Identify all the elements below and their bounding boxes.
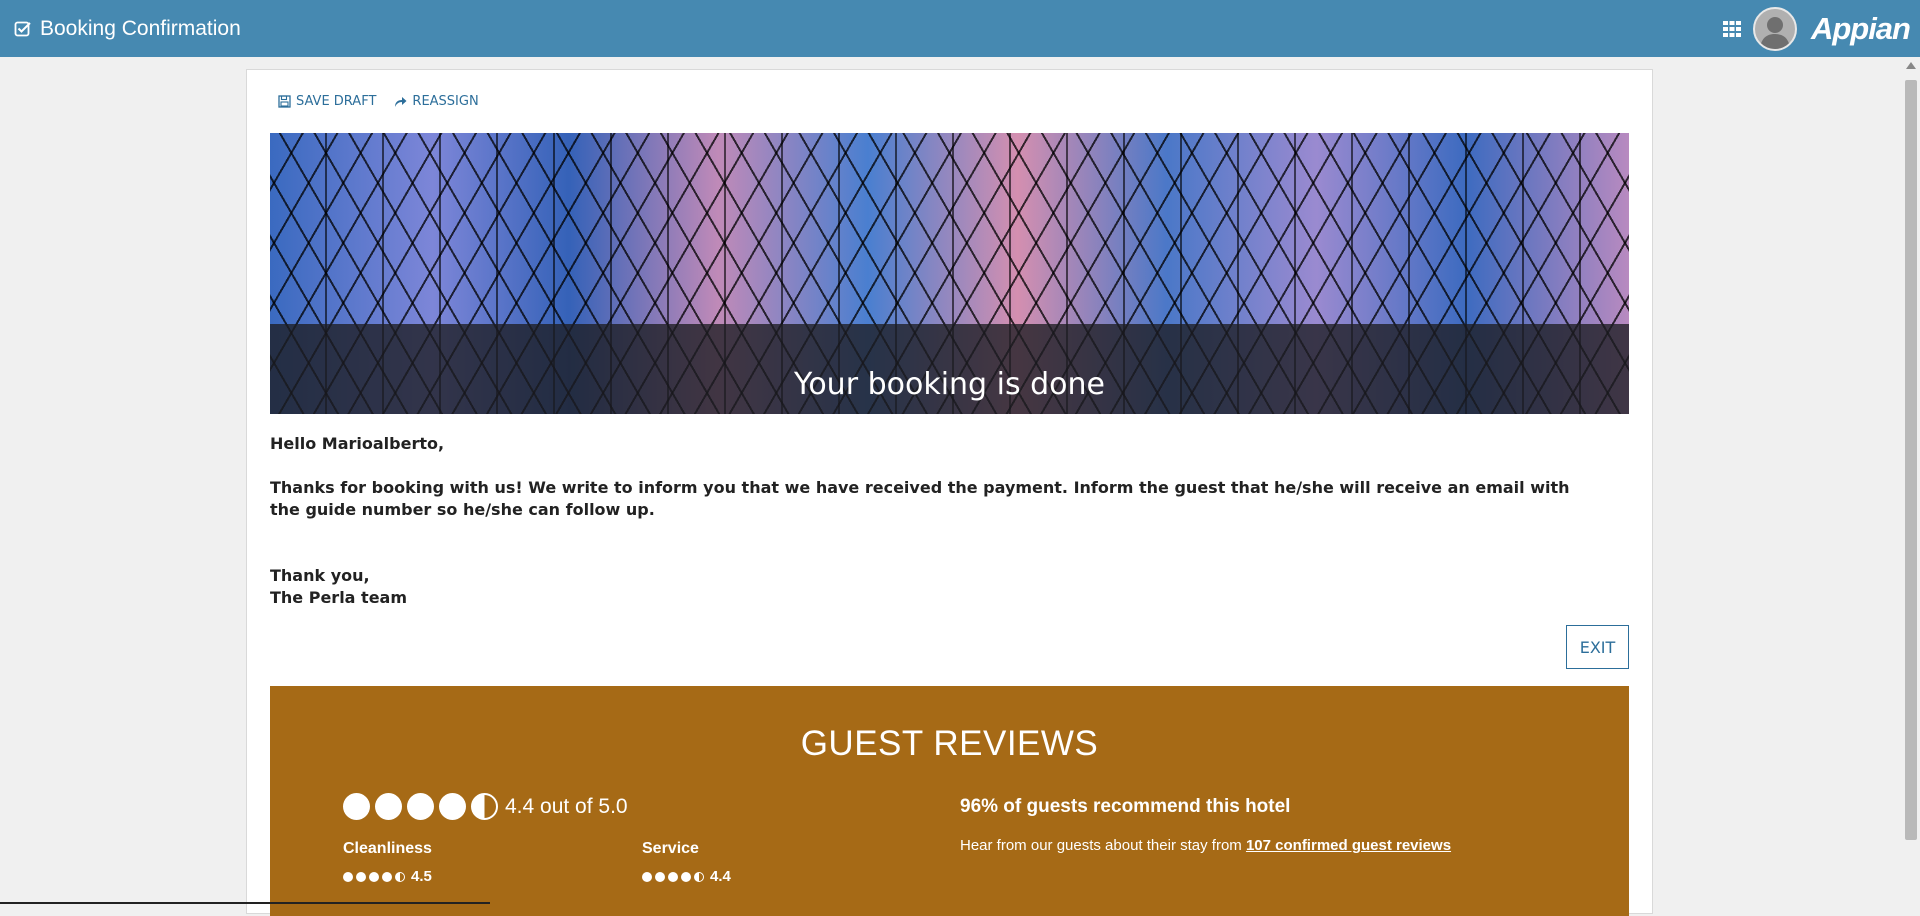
page-title-group: Booking Confirmation	[14, 0, 241, 57]
bottom-divider	[0, 902, 490, 904]
rating-dot-half-icon	[395, 871, 405, 882]
rating-dot-half-icon	[471, 793, 498, 820]
rating-dot-full-icon	[343, 871, 353, 882]
rating-dot-half-icon	[694, 871, 704, 882]
guest-reviews-title: GUEST REVIEWS	[800, 724, 1099, 763]
rating-dot-full-icon	[343, 793, 370, 820]
exit-button[interactable]: EXIT	[1566, 625, 1629, 669]
rating-dot-full-icon	[356, 871, 366, 882]
rating-dot-full-icon	[369, 871, 379, 882]
rating-dot-full-icon	[407, 793, 434, 820]
signature-text: The Perla team	[270, 588, 408, 607]
service-dots: 4.4	[642, 868, 731, 885]
grid-icon[interactable]	[1721, 18, 1743, 40]
floppy-icon	[278, 95, 291, 108]
overall-score-text: 4.4 out of 5.0	[505, 794, 628, 818]
header-actions: Appian	[1721, 0, 1911, 57]
page-title: Booking Confirmation	[40, 16, 241, 40]
closing-text: Thank you,	[270, 566, 370, 585]
banner-image: Your booking is done	[270, 133, 1629, 414]
scrollbar-thumb[interactable]	[1905, 80, 1917, 840]
rating-dot-full-icon	[655, 871, 665, 882]
overall-rating: 4.4 out of 5.0	[343, 793, 628, 820]
recommend-text: 96% of guests recommend this hotel	[960, 796, 1291, 817]
reassign-button[interactable]: REASSIGN	[394, 94, 479, 109]
rating-dot-full-icon	[382, 871, 392, 882]
reviews-source-prefix: Hear from our guests about their stay fr…	[960, 837, 1246, 854]
reviews-source-text: Hear from our guests about their stay fr…	[960, 837, 1451, 854]
rating-dot-full-icon	[642, 871, 652, 882]
banner-heading: Your booking is done	[793, 367, 1105, 402]
cleanliness-label: Cleanliness	[343, 840, 432, 857]
appian-logo: Appian	[1810, 10, 1911, 46]
service-value: 4.4	[710, 868, 731, 885]
guest-reviews-section: GUEST REVIEWS 4.4 out of 5.0 Cleanliness…	[270, 686, 1629, 916]
message-body: Thanks for booking with us! We write to …	[270, 478, 1570, 519]
cleanliness-dots: 4.5	[343, 868, 432, 885]
top-bar: Booking Confirmation Appian	[0, 0, 1920, 57]
service-rating: Service 4.4	[642, 840, 731, 885]
rating-dot-full-icon	[681, 871, 691, 882]
scroll-up-arrow-icon[interactable]	[1906, 62, 1916, 69]
checkbox-icon	[14, 21, 31, 36]
save-draft-label: SAVE DRAFT	[296, 94, 377, 109]
user-silhouette-icon	[1759, 16, 1790, 49]
avatar[interactable]	[1752, 6, 1797, 51]
save-draft-button[interactable]: SAVE DRAFT	[278, 94, 376, 109]
confirmed-reviews-link[interactable]: 107 confirmed guest reviews	[1246, 837, 1451, 854]
cleanliness-value: 4.5	[411, 868, 432, 885]
rating-dot-full-icon	[439, 793, 466, 820]
service-label: Service	[642, 840, 699, 857]
form-toolbar: SAVE DRAFT REASSIGN	[278, 94, 479, 109]
reassign-label: REASSIGN	[412, 94, 479, 109]
share-arrow-icon	[395, 97, 407, 107]
rating-dot-full-icon	[375, 793, 402, 820]
cleanliness-rating: Cleanliness 4.5	[343, 840, 432, 885]
rating-dot-full-icon	[668, 871, 678, 882]
greeting-text: Hello Marioalberto,	[270, 434, 445, 453]
